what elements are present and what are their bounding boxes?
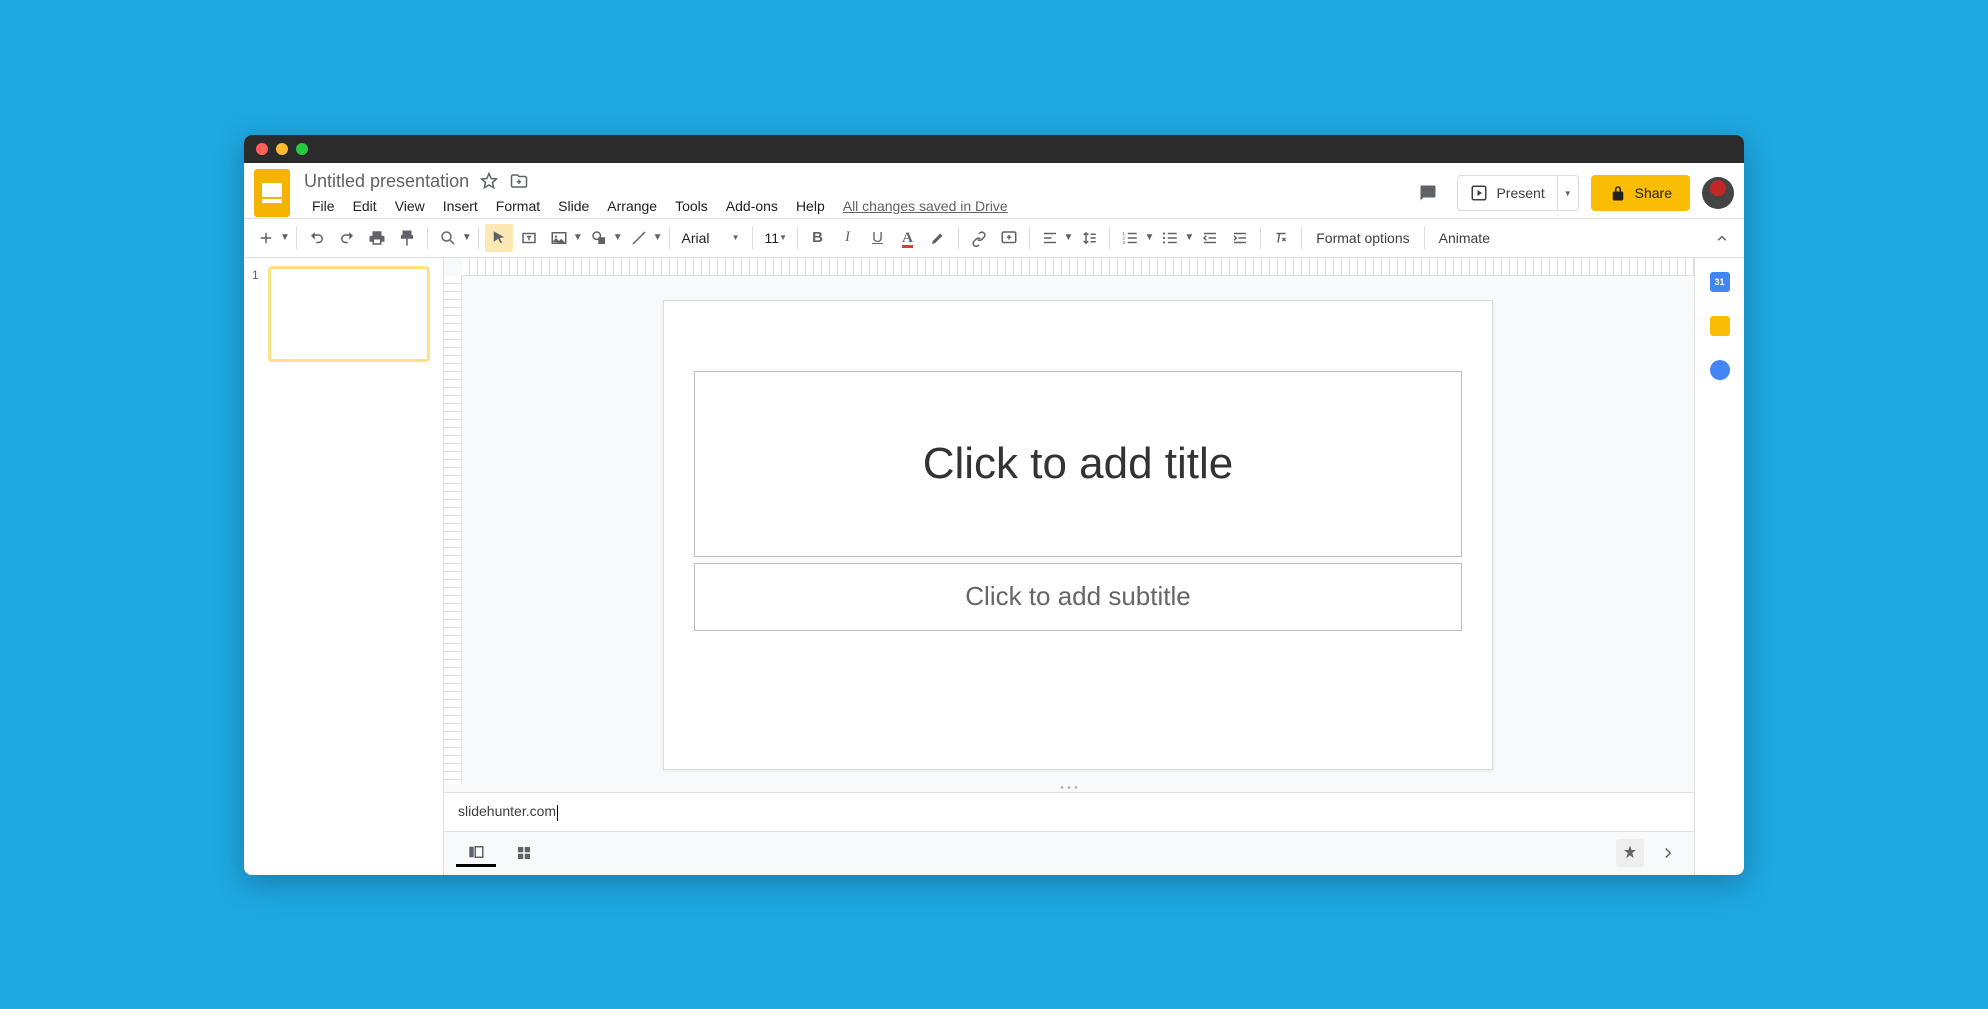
- new-slide-dropdown[interactable]: ▼: [280, 232, 290, 243]
- title-placeholder-text: Click to add title: [923, 439, 1234, 489]
- menu-slide[interactable]: Slide: [550, 194, 597, 218]
- share-button[interactable]: Share: [1591, 175, 1690, 211]
- zoom-dropdown[interactable]: ▼: [462, 232, 472, 243]
- shape-tool[interactable]: [585, 224, 613, 252]
- bulleted-list-dropdown[interactable]: ▼: [1184, 232, 1194, 243]
- menu-help[interactable]: Help: [788, 194, 833, 218]
- menu-format[interactable]: Format: [488, 194, 548, 218]
- add-comment-button[interactable]: [995, 224, 1023, 252]
- minimize-window[interactable]: [276, 143, 288, 155]
- redo-button[interactable]: [333, 224, 361, 252]
- explore-button[interactable]: [1616, 839, 1644, 867]
- panes-resize-handle[interactable]: • • •: [444, 784, 1694, 792]
- subtitle-placeholder-text: Click to add subtitle: [965, 581, 1190, 612]
- filmstrip-view-button[interactable]: [456, 839, 496, 867]
- format-options-button[interactable]: Format options: [1308, 230, 1417, 246]
- calendar-addon-icon[interactable]: [1710, 272, 1730, 292]
- present-dropdown[interactable]: ▼: [1557, 176, 1578, 210]
- menu-file[interactable]: File: [304, 194, 343, 218]
- toolbar: ▼ ▼ ▼ ▼ ▼ Arial▼ 11▼ B I U A ▼ 1: [244, 218, 1744, 258]
- mac-titlebar: [244, 135, 1744, 163]
- print-button[interactable]: [363, 224, 391, 252]
- line-tool[interactable]: [625, 224, 653, 252]
- present-label: Present: [1496, 185, 1544, 201]
- star-icon[interactable]: [479, 171, 499, 191]
- bold-button[interactable]: B: [804, 224, 832, 252]
- slide-canvas[interactable]: Click to add title Click to add subtitle: [663, 300, 1493, 770]
- align-dropdown[interactable]: ▼: [1064, 232, 1074, 243]
- slide-stage[interactable]: Click to add title Click to add subtitle: [462, 276, 1694, 785]
- paint-format-button[interactable]: [393, 224, 421, 252]
- present-button[interactable]: Present ▼: [1457, 175, 1578, 211]
- line-dropdown[interactable]: ▼: [653, 232, 663, 243]
- grid-view-button[interactable]: [504, 839, 544, 867]
- italic-button[interactable]: I: [834, 224, 862, 252]
- insert-image-button[interactable]: [545, 224, 573, 252]
- present-icon: [1470, 184, 1488, 202]
- font-family-select[interactable]: Arial▼: [676, 230, 746, 246]
- speaker-notes[interactable]: slidehunter.com: [444, 792, 1694, 830]
- title-placeholder[interactable]: Click to add title: [694, 371, 1462, 557]
- zoom-button[interactable]: [434, 224, 462, 252]
- menu-edit[interactable]: Edit: [345, 194, 385, 218]
- keep-addon-icon[interactable]: [1710, 316, 1730, 336]
- image-dropdown[interactable]: ▼: [573, 232, 583, 243]
- menu-insert[interactable]: Insert: [435, 194, 486, 218]
- document-title[interactable]: Untitled presentation: [304, 171, 469, 192]
- slide-thumbnail-1[interactable]: [270, 268, 428, 360]
- indent-increase-button[interactable]: [1226, 224, 1254, 252]
- bulleted-list-button[interactable]: [1156, 224, 1184, 252]
- tasks-addon-icon[interactable]: [1710, 360, 1730, 380]
- menu-addons[interactable]: Add-ons: [718, 194, 786, 218]
- numbered-list-dropdown[interactable]: ▼: [1144, 232, 1154, 243]
- text-cursor: [557, 805, 558, 821]
- app-window: Untitled presentation File Edit View Ins…: [244, 135, 1744, 875]
- side-panel: [1694, 258, 1744, 875]
- maximize-window[interactable]: [296, 143, 308, 155]
- animate-button[interactable]: Animate: [1431, 230, 1498, 246]
- insert-link-button[interactable]: [965, 224, 993, 252]
- collapse-toolbar-button[interactable]: [1708, 224, 1736, 252]
- lock-icon: [1609, 184, 1627, 202]
- highlight-button[interactable]: [924, 224, 952, 252]
- notes-text: slidehunter.com: [458, 803, 556, 819]
- line-spacing-button[interactable]: [1075, 224, 1103, 252]
- comments-icon[interactable]: [1411, 176, 1445, 210]
- clear-formatting-button[interactable]: [1267, 224, 1295, 252]
- slides-logo: [254, 169, 290, 217]
- account-avatar[interactable]: [1702, 177, 1734, 209]
- subtitle-placeholder[interactable]: Click to add subtitle: [694, 563, 1462, 631]
- indent-decrease-button[interactable]: [1196, 224, 1224, 252]
- slide-thumbnails-panel: 1: [244, 258, 444, 875]
- horizontal-ruler: [462, 258, 1694, 276]
- close-window[interactable]: [256, 143, 268, 155]
- next-arrow[interactable]: [1654, 839, 1682, 867]
- vertical-ruler: [444, 276, 462, 785]
- svg-text:3: 3: [1123, 240, 1126, 245]
- text-color-button[interactable]: A: [894, 224, 922, 252]
- thumbnail-number: 1: [252, 268, 264, 360]
- align-button[interactable]: [1036, 224, 1064, 252]
- font-size-select[interactable]: 11▼: [759, 230, 791, 246]
- move-to-folder-icon[interactable]: [509, 171, 529, 191]
- share-label: Share: [1635, 185, 1672, 201]
- menu-view[interactable]: View: [387, 194, 433, 218]
- app-header: Untitled presentation File Edit View Ins…: [244, 163, 1744, 218]
- menu-tools[interactable]: Tools: [667, 194, 716, 218]
- bottom-bar: [444, 831, 1694, 875]
- save-status[interactable]: All changes saved in Drive: [843, 198, 1008, 214]
- canvas-area: Click to add title Click to add subtitle…: [444, 258, 1694, 875]
- select-tool[interactable]: [485, 224, 513, 252]
- new-slide-button[interactable]: [252, 224, 280, 252]
- textbox-tool[interactable]: [515, 224, 543, 252]
- undo-button[interactable]: [303, 224, 331, 252]
- menu-arrange[interactable]: Arrange: [599, 194, 665, 218]
- shape-dropdown[interactable]: ▼: [613, 232, 623, 243]
- main-menu: File Edit View Insert Format Slide Arran…: [304, 194, 1401, 218]
- numbered-list-button[interactable]: 123: [1116, 224, 1144, 252]
- underline-button[interactable]: U: [864, 224, 892, 252]
- workspace: 1 Click to add title Click to add subtit…: [244, 258, 1744, 875]
